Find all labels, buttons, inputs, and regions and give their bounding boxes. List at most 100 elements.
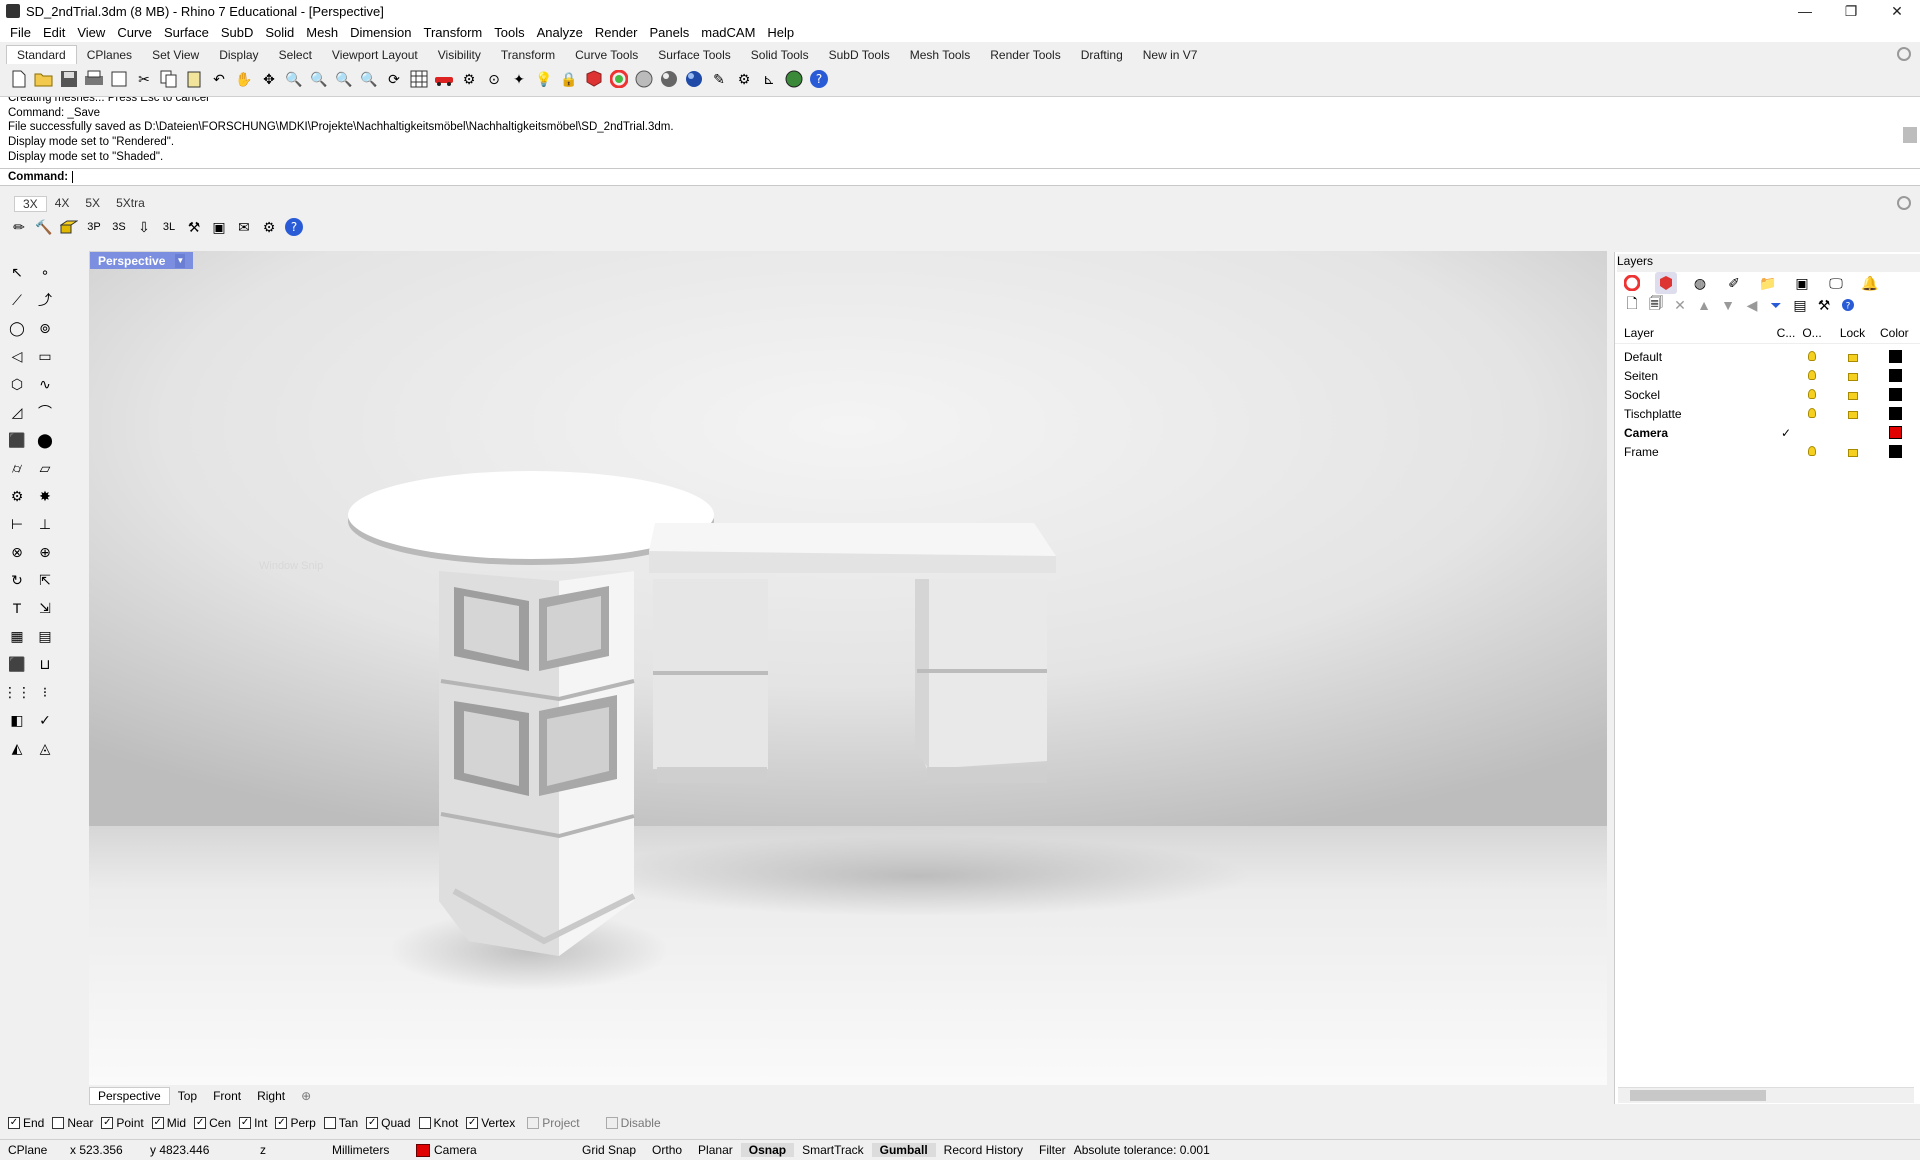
menu-mesh[interactable]: Mesh xyxy=(300,25,344,40)
menu-subd[interactable]: SubD xyxy=(215,25,260,40)
scrollbar-thumb[interactable] xyxy=(1630,1090,1766,1101)
trim-icon[interactable]: ⊢ xyxy=(6,513,28,535)
add-viewport-tab-icon[interactable]: ⊕ xyxy=(293,1088,319,1104)
madcam-block-icon[interactable] xyxy=(58,216,80,238)
viewport-grid-icon[interactable] xyxy=(408,68,430,90)
status-cplane[interactable]: CPlane xyxy=(0,1143,62,1157)
close-button[interactable]: ✕ xyxy=(1874,3,1920,20)
osnap-near[interactable]: Near xyxy=(52,1116,93,1130)
viewport-title[interactable]: Perspective ▼ xyxy=(90,252,194,269)
unlock-icon[interactable] xyxy=(1825,350,1880,364)
shaded-sphere-icon[interactable] xyxy=(633,68,655,90)
tab-display[interactable]: Display xyxy=(209,46,268,64)
array-icon[interactable]: ⋮⋮ xyxy=(3,681,31,703)
toggle-osnap[interactable]: Osnap xyxy=(740,1143,795,1157)
car-icon[interactable] xyxy=(433,68,455,90)
osnap-perp[interactable]: ✓ Perp xyxy=(275,1116,316,1130)
tab-set-view[interactable]: Set View xyxy=(142,46,209,64)
arc-icon[interactable]: ◁ xyxy=(6,345,28,367)
menu-surface[interactable]: Surface xyxy=(158,25,215,40)
toggle-record-history[interactable]: Record History xyxy=(936,1143,1031,1157)
unlock-icon[interactable] xyxy=(1825,445,1880,459)
tab-5x[interactable]: 5X xyxy=(77,196,108,212)
layer-color-swatch[interactable] xyxy=(1880,350,1910,363)
madcam-help-icon[interactable]: ? xyxy=(283,216,305,238)
layer-row-seiten[interactable]: Seiten xyxy=(1615,366,1920,385)
render-sphere-icon[interactable] xyxy=(658,68,680,90)
save-icon[interactable] xyxy=(58,68,80,90)
zoom-window-icon[interactable]: 🔍 xyxy=(308,68,330,90)
layer-row-tischplatte[interactable]: Tischplatte xyxy=(1615,404,1920,423)
menu-solid[interactable]: Solid xyxy=(259,25,300,40)
layers-tab-icon[interactable] xyxy=(1655,272,1677,294)
tab-standard[interactable]: Standard xyxy=(6,45,77,64)
maximize-button[interactable]: ❐ xyxy=(1828,3,1874,20)
curve-icon[interactable]: ⤴ xyxy=(34,289,56,311)
osnap-end[interactable]: ✓ End xyxy=(8,1116,44,1130)
dimension-tool-icon[interactable]: ⇲ xyxy=(34,597,56,619)
osnap-icon[interactable]: ✦ xyxy=(508,68,530,90)
undo-icon[interactable]: ↶ xyxy=(208,68,230,90)
hatch-icon[interactable]: ▤ xyxy=(34,625,56,647)
madcam-machine-icon[interactable]: ⚒ xyxy=(183,216,205,238)
cylinder-icon[interactable]: ⌭ xyxy=(6,457,28,479)
scale-icon[interactable]: ⇱ xyxy=(34,569,56,591)
menu-dimension[interactable]: Dimension xyxy=(344,25,417,40)
move-down-icon[interactable]: ▼ xyxy=(1717,294,1739,316)
light-bulb-icon[interactable]: 💡 xyxy=(533,68,555,90)
join-icon[interactable]: ⊕ xyxy=(34,541,56,563)
col-lock[interactable]: Lock xyxy=(1825,326,1880,343)
environment-icon[interactable]: ▣ xyxy=(1791,272,1813,294)
menu-analyze[interactable]: Analyze xyxy=(531,25,589,40)
polygon-icon[interactable]: ⬡ xyxy=(6,373,28,395)
tab-curve-tools[interactable]: Curve Tools xyxy=(565,46,648,64)
menu-transform[interactable]: Transform xyxy=(417,25,488,40)
osnap-point[interactable]: ✓ Point xyxy=(101,1116,144,1130)
paste-icon[interactable] xyxy=(183,68,205,90)
tab-front[interactable]: Front xyxy=(205,1088,249,1104)
cplane-icon[interactable]: ⊙ xyxy=(483,68,505,90)
circle-icon[interactable]: ◯ xyxy=(6,317,28,339)
cut-icon[interactable]: ✂ xyxy=(133,68,155,90)
history-scrollbar[interactable] xyxy=(1903,127,1917,143)
color-wheel-icon[interactable] xyxy=(608,68,630,90)
analyze-icon[interactable]: ◧ xyxy=(6,709,28,731)
freeform-icon[interactable]: ∿ xyxy=(34,373,56,395)
osnap-vertex[interactable]: ✓ Vertex xyxy=(466,1116,515,1130)
layers-help-icon[interactable]: ? xyxy=(1837,294,1859,316)
paint-icon[interactable]: ◬ xyxy=(34,737,56,759)
open-icon[interactable] xyxy=(33,68,55,90)
display-monitor-icon[interactable]: 🖵 xyxy=(1825,272,1847,294)
options-gear-icon[interactable]: ⚙ xyxy=(733,68,755,90)
command-input[interactable] xyxy=(72,171,74,183)
layer-row-sockel[interactable]: Sockel xyxy=(1615,385,1920,404)
tab-select[interactable]: Select xyxy=(269,46,322,64)
offset-icon[interactable]: ⌒ xyxy=(34,401,56,423)
osnap-knot[interactable]: Knot xyxy=(418,1116,458,1130)
layer-color-swatch[interactable] xyxy=(1880,426,1910,439)
dimension-icon[interactable]: ⊾ xyxy=(758,68,780,90)
madcam-box-icon[interactable]: ▣ xyxy=(208,216,230,238)
tab-drafting[interactable]: Drafting xyxy=(1071,46,1133,64)
toggle-smarttrack[interactable]: SmartTrack xyxy=(794,1143,872,1157)
new-layer-icon[interactable]: 🗋 xyxy=(1621,294,1643,316)
point-cloud-icon[interactable]: ⁝ xyxy=(34,681,56,703)
toggle-planar[interactable]: Planar xyxy=(690,1143,741,1157)
properties-color-icon[interactable] xyxy=(1621,272,1643,294)
toolbar-settings-gear-icon[interactable] xyxy=(1897,47,1911,61)
tab-4x[interactable]: 4X xyxy=(47,196,78,212)
col-on[interactable]: O... xyxy=(1799,326,1825,343)
surface-icon[interactable]: ▱ xyxy=(34,457,56,479)
toggle-filter[interactable]: Filter xyxy=(1031,1143,1074,1157)
tab-transform[interactable]: Transform xyxy=(491,46,565,64)
current-layer-check-icon[interactable]: ✓ xyxy=(1773,426,1799,440)
zoom-icon[interactable]: 🔍 xyxy=(283,68,305,90)
command-line[interactable]: Command: xyxy=(0,168,1920,186)
madcam-pencil-icon[interactable]: ✏ xyxy=(8,216,30,238)
light-bulb-icon[interactable] xyxy=(1799,388,1825,402)
check-icon[interactable]: ✓ xyxy=(34,709,56,731)
osnap-project[interactable]: Project xyxy=(527,1116,580,1130)
layer-color-swatch[interactable] xyxy=(1880,369,1910,382)
rotate-view-icon[interactable]: ⟳ xyxy=(383,68,405,90)
tab-viewport-layout[interactable]: Viewport Layout xyxy=(322,46,428,64)
